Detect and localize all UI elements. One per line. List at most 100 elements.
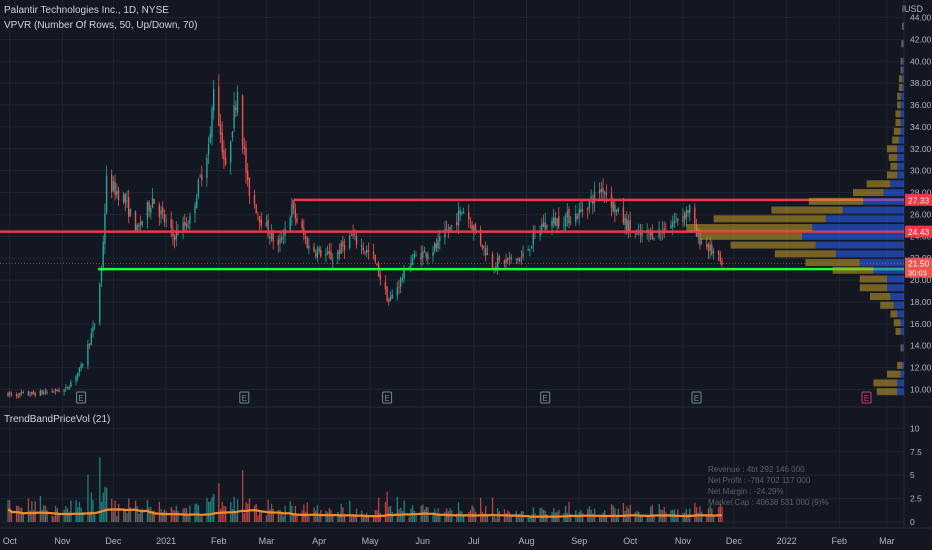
volume-bar [658,503,660,522]
candle-body [498,255,500,261]
volume-bar [471,505,473,522]
last-price-label: 21.50 [908,259,930,269]
candle-body [306,237,308,248]
candle-body [318,247,320,252]
earnings-marker-label: E [694,394,699,403]
volume-profile-up [842,206,904,214]
candle-body [425,252,427,257]
volume-bar [31,501,33,522]
volume-profile-up [902,40,904,48]
x-tick-label: 2022 [777,536,797,546]
candle-body [54,388,57,392]
volume-profile-up [900,319,904,327]
volume-bar [87,474,89,522]
volume-bar [510,516,512,522]
candle-body [221,132,223,153]
candle-body [563,225,565,227]
candle-body [485,247,487,256]
volume-bar [17,505,19,522]
candle-body [291,204,293,218]
candle-body [224,157,227,165]
candle-body [522,252,524,257]
candle-body [711,244,713,255]
candle-body [413,253,415,259]
volume-profile-down [898,84,903,92]
volume-bar [199,516,201,522]
volume-bar [403,500,405,522]
candle-body [342,241,344,247]
candle-body [581,209,584,211]
volume-profile-up [887,275,904,283]
volume-profile-up [859,259,904,267]
volume-indicator-legend[interactable]: TrendBandPriceVol (21) [4,414,110,425]
volume-profile-up [897,310,904,318]
candle-body [449,226,451,231]
volume-profile-down [901,40,903,48]
symbol-legend[interactable]: Palantir Technologies Inc., 1D, NYSE [4,5,169,16]
candle-body [544,222,546,230]
candle-body [400,277,402,287]
candle-body [9,392,11,395]
candle-body [615,209,618,212]
y-tick-label: 10.00 [910,384,932,394]
candle-body [362,247,364,251]
volume-bar [629,504,631,522]
candle-body [379,274,381,280]
volume-bar [124,509,126,522]
volume-bar [265,515,268,522]
candle-body [697,232,699,238]
x-tick-label: Mar [259,536,275,546]
volume-bar [461,511,463,522]
volume-bar [622,503,625,522]
volume-bar [602,512,604,522]
volume-profile-up [897,154,904,162]
candle-body [211,108,213,138]
volume-bar [281,512,283,522]
volume-profile-up [825,215,904,223]
candle-body [213,88,215,111]
candle-body [10,394,13,395]
volume-profile-down [892,136,899,144]
volume-bar [451,510,453,522]
volume-tick-label: 2.5 [910,494,922,504]
candle-body [162,207,164,214]
volume-bar [206,497,208,522]
candle-body [243,146,245,150]
candle-body [486,253,489,255]
fundamental-net-margin: Net Margin : -24.29% [708,487,784,496]
candle-body [670,225,672,229]
volume-bar [15,505,18,522]
candle-body [627,220,630,232]
volume-profile-down [890,162,898,170]
volume-bar [70,500,72,522]
candle-body [46,391,48,393]
vpvr-legend[interactable]: VPVR (Number Of Rows, 50, Up/Down, 70) [4,20,197,31]
candle-body [124,193,126,204]
volume-bar [279,509,281,522]
volume-bar [163,509,166,522]
volume-bar [116,515,118,522]
candle-body [34,392,36,397]
volume-bar [391,511,393,522]
y-tick-label: 26.00 [910,209,932,219]
candle-body [469,222,472,224]
fundamentals-panel: Revenue : 4bt 292 146 000 Net Profit : -… [708,464,829,508]
volume-bar [126,513,128,522]
volume-bar [257,515,259,522]
volume-bar [194,504,196,522]
volume-bar [90,492,92,522]
candle-body [366,249,368,253]
candle-body [53,391,55,393]
x-tick-label: Aug [518,536,534,546]
volume-bar [318,515,320,522]
volume-bar [366,512,368,522]
x-tick-label: 2021 [156,536,176,546]
candle-body [600,188,602,192]
volume-profile-up [900,92,904,100]
candle-body [68,387,70,390]
volume-bar [187,516,189,522]
earnings-marker-label: E [78,394,83,403]
candle-body [301,220,303,229]
volume-bar [231,509,234,522]
volume-bar [423,509,426,522]
